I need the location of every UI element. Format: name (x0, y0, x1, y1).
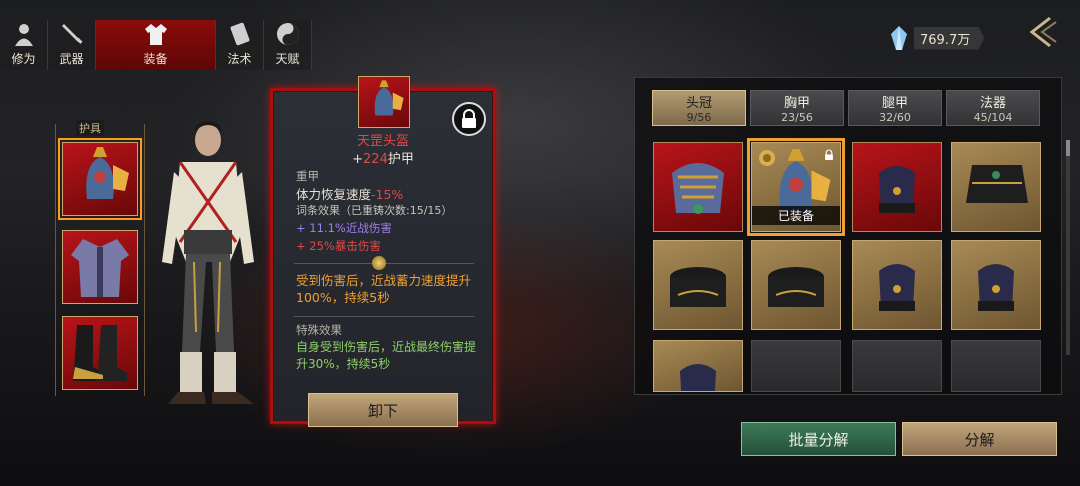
hat-icon (879, 264, 915, 311)
special-effect-text: 自身受到伤害后，近战最终伤害提升30%，持续5秒 (296, 340, 477, 371)
tab-count: 45/104 (973, 111, 1013, 124)
inventory-slot-empty[interactable] (951, 340, 1041, 392)
currency-value: 769.7万 (914, 26, 985, 50)
lock-icon (825, 149, 833, 160)
tab-label: 武器 (59, 52, 84, 66)
inventory-item[interactable] (653, 340, 743, 392)
hat-icon (879, 166, 915, 213)
gem-icon (759, 150, 775, 166)
gem-icon (372, 256, 386, 270)
top-nav: 修为 武器 装备 法术 天赋 (0, 20, 312, 70)
tab-label: 法术 (227, 52, 252, 66)
decompose-button[interactable]: 分解 (902, 422, 1057, 456)
stat-value: -15% (371, 187, 404, 202)
equip-slot-title: 护具 (76, 120, 104, 136)
inventory-item[interactable] (653, 240, 743, 330)
scrollbar-thumb[interactable] (1066, 140, 1070, 156)
tab-label: 腿甲 (881, 96, 908, 111)
stat-label: 体力恢复速度 (296, 187, 372, 202)
cap-icon (768, 267, 824, 307)
item-affix: + 25%暴击伤害 (296, 239, 381, 253)
chest-slot[interactable] (62, 230, 138, 304)
tab-label: 天赋 (275, 52, 300, 66)
item-effect: 受到伤害后，近战蓄力速度提升100%，持续5秒 (296, 273, 472, 305)
cultivation-icon (14, 24, 33, 46)
armor-value: 224 (363, 152, 388, 167)
hat-icon (978, 264, 1014, 311)
item-armor: +224护甲 (270, 148, 496, 167)
inventory-item[interactable] (653, 142, 743, 232)
item-affix: + 11.1%近战伤害 (296, 221, 392, 235)
sword-icon (61, 24, 83, 44)
tab-label: 装备 (143, 52, 168, 66)
boots-icon (73, 325, 127, 381)
inventory-item[interactable] (751, 240, 841, 330)
yin-yang-icon (276, 23, 299, 45)
tab-count: 23/56 (781, 111, 813, 124)
helmet-icon (374, 80, 404, 116)
divider (294, 316, 474, 317)
inventory-item[interactable] (951, 142, 1041, 232)
armor-icon (71, 239, 129, 297)
lock-icon (462, 109, 476, 128)
scroll-icon (230, 22, 249, 46)
tab-spells[interactable]: 法术 (216, 20, 264, 70)
tab-label: 法器 (979, 96, 1006, 111)
tab-talent[interactable]: 天赋 (264, 20, 312, 70)
tab-crown[interactable]: 头冠 9/56 (652, 90, 746, 126)
armor-prefix: + (352, 152, 364, 167)
special-effect-title: 特殊效果 (296, 323, 342, 337)
crown-icon (672, 163, 724, 214)
helmet-icon (86, 147, 129, 199)
item-recast: 词条效果（已重铸次数:15/15） (296, 204, 453, 217)
inventory-item-equipped[interactable]: 已装备 (747, 138, 845, 236)
item-type: 重甲 (296, 169, 319, 183)
inventory-slot-empty[interactable] (751, 340, 841, 392)
tab-count: 32/60 (879, 111, 911, 124)
inventory-item[interactable] (951, 240, 1041, 330)
item-stat: 体力恢复速度-15% (296, 184, 403, 203)
crystal-icon (891, 26, 907, 50)
inventory-item[interactable] (852, 142, 942, 232)
hat-icon (680, 364, 716, 391)
inventory-slot-empty[interactable] (852, 340, 942, 392)
tab-label: 头冠 (685, 96, 712, 111)
boots-slot[interactable] (62, 316, 138, 390)
tab-weapon[interactable]: 武器 (48, 20, 96, 70)
back-icon[interactable] (1022, 12, 1062, 52)
bulk-decompose-button[interactable]: 批量分解 (741, 422, 896, 456)
tab-cultivation[interactable]: 修为 (0, 20, 48, 70)
currency-display: 769.7万 (890, 26, 988, 50)
helmet-slot[interactable] (58, 138, 142, 220)
robe-icon (144, 24, 167, 45)
item-name: 天罡头盔 (356, 134, 409, 149)
tab-equipment[interactable]: 装备 (96, 20, 216, 70)
tab-chest[interactable]: 胸甲 23/56 (750, 90, 844, 126)
inventory-item[interactable] (852, 240, 942, 330)
character-model (162, 121, 254, 404)
tab-artifact[interactable]: 法器 45/104 (946, 90, 1040, 126)
hood-icon (966, 165, 1028, 203)
equipped-label: 已装备 (752, 206, 840, 225)
cap-icon (670, 267, 726, 307)
armor-suffix: 护甲 (387, 152, 414, 167)
inventory-scrollbar[interactable] (1066, 140, 1070, 355)
item-detail-icon (358, 76, 410, 128)
tab-label: 胸甲 (783, 96, 810, 111)
tab-legs[interactable]: 腿甲 32/60 (848, 90, 942, 126)
tab-label: 修为 (11, 52, 36, 66)
tab-count: 9/56 (686, 111, 712, 124)
unequip-button[interactable]: 卸下 (308, 393, 458, 427)
